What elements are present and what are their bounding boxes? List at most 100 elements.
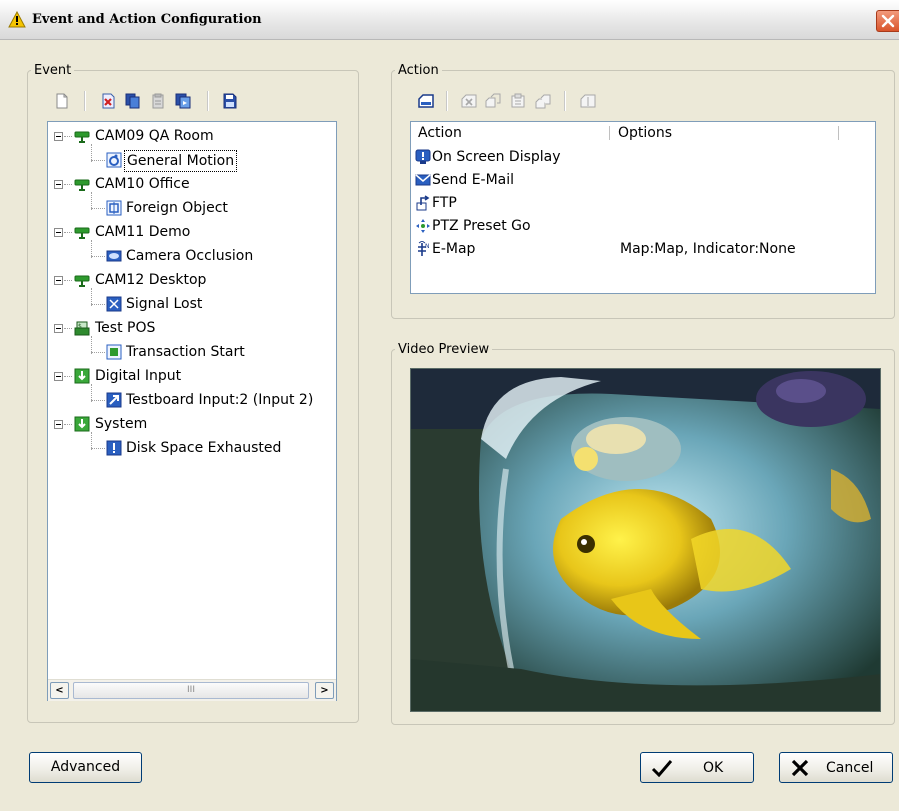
action-name: PTZ Preset Go	[432, 218, 531, 234]
digital-input-icon	[74, 368, 90, 384]
disk-space-icon	[106, 440, 122, 456]
delete-event-icon[interactable]	[100, 93, 116, 109]
ftp-icon	[415, 195, 431, 211]
foreign-object-icon	[106, 200, 122, 216]
action-row[interactable]: Send E-Mail	[413, 169, 873, 191]
tree-event-label: Transaction Start	[126, 344, 245, 360]
action-row[interactable]: On Screen Display	[413, 146, 873, 168]
tree-device-node[interactable]: CAM11 Demo	[74, 222, 192, 244]
scroll-thumb[interactable]: III	[73, 682, 309, 699]
tree-connector	[91, 448, 105, 449]
toolbar-separator	[564, 91, 566, 111]
copy-event-icon[interactable]	[125, 93, 141, 109]
occlusion-icon	[106, 248, 122, 264]
toolbar-separator	[446, 91, 448, 111]
tree-connector	[91, 208, 105, 209]
scroll-right-button[interactable]: >	[315, 682, 334, 699]
email-icon	[415, 172, 431, 188]
tree-device-label: System	[95, 416, 148, 432]
camera-icon	[74, 224, 90, 240]
tree-connector	[91, 256, 105, 257]
tree-device-node[interactable]: System	[74, 414, 149, 436]
warning-icon	[8, 11, 26, 28]
tree-collapse-toggle[interactable]	[54, 276, 63, 285]
toolbar-separator	[84, 91, 86, 111]
cancel-x-icon	[791, 759, 809, 777]
tree-device-node[interactable]: Digital Input	[74, 366, 183, 388]
emap-icon: N	[415, 240, 431, 257]
copy-action-icon[interactable]	[485, 93, 501, 109]
checkmark-icon	[651, 760, 673, 777]
duplicate-event-icon[interactable]	[175, 93, 191, 109]
transaction-icon	[106, 344, 122, 360]
column-header-options[interactable]: Options	[611, 122, 839, 144]
advanced-button[interactable]: Advanced	[29, 752, 142, 783]
action-name: On Screen Display	[432, 149, 561, 165]
close-button[interactable]	[876, 10, 899, 32]
tree-connector	[64, 328, 72, 329]
tree-device-label: CAM09 QA Room	[95, 128, 214, 144]
input-icon	[106, 392, 122, 408]
tree-device-label: CAM10 Office	[95, 176, 190, 192]
action-row[interactable]: N E-Map Map:Map, Indicator:None	[413, 238, 873, 260]
tree-connector	[91, 352, 105, 353]
tree-device-label: Test POS	[95, 320, 156, 336]
tree-connector	[91, 160, 105, 161]
delete-action-icon[interactable]	[461, 93, 477, 109]
column-header-action[interactable]: Action	[411, 122, 609, 144]
tree-device-node[interactable]: CAM10 Office	[74, 174, 192, 196]
test-action-icon[interactable]	[580, 93, 596, 109]
toolbar-separator	[207, 91, 209, 111]
tree-event-label: Foreign Object	[126, 200, 228, 216]
cancel-button[interactable]: Cancel	[779, 752, 893, 783]
tree-connector	[91, 400, 105, 401]
tree-connector	[64, 280, 72, 281]
tree-event-node[interactable]: General Motion	[106, 150, 238, 172]
event-tree[interactable]: CAM09 QA Room General Motion CAM10 Office F…	[47, 121, 337, 701]
tree-collapse-toggle[interactable]	[54, 324, 63, 333]
tree-collapse-toggle[interactable]	[54, 228, 63, 237]
save-event-icon[interactable]	[222, 93, 238, 109]
action-row[interactable]: FTP	[413, 192, 873, 214]
tree-device-node[interactable]: $ Test POS	[74, 318, 157, 340]
tree-connector	[91, 304, 105, 305]
video-preview	[410, 368, 881, 712]
tree-device-node[interactable]: CAM12 Desktop	[74, 270, 208, 292]
action-list[interactable]: Action Options On Screen Display Send E-M…	[410, 121, 876, 294]
video-preview-legend: Video Preview	[398, 342, 490, 357]
ok-button[interactable]: OK	[640, 752, 754, 783]
pos-icon: $	[74, 320, 90, 336]
scroll-left-button[interactable]: <	[50, 682, 69, 699]
column-separator[interactable]	[838, 126, 839, 140]
paste-event-icon[interactable]	[150, 93, 166, 109]
tree-event-label: Camera Occlusion	[126, 248, 254, 264]
tree-event-label: Testboard Input:2 (Input 2)	[126, 392, 314, 408]
tree-event-node[interactable]: Signal Lost	[106, 294, 204, 316]
tree-event-label: Signal Lost	[126, 296, 203, 312]
tree-event-node[interactable]: Transaction Start	[106, 342, 247, 364]
tree-device-label: CAM11 Demo	[95, 224, 191, 240]
tree-device-label: CAM12 Desktop	[95, 272, 207, 288]
tree-event-label: General Motion	[124, 150, 238, 172]
tree-collapse-toggle[interactable]	[54, 420, 63, 429]
new-event-icon[interactable]	[54, 93, 70, 109]
tree-connector	[64, 424, 72, 425]
horizontal-scrollbar[interactable]: < III >	[48, 679, 336, 701]
action-name: E-Map	[432, 241, 476, 257]
action-row[interactable]: PTZ Preset Go	[413, 215, 873, 237]
add-action-icon[interactable]	[418, 93, 434, 109]
tree-event-node[interactable]: Camera Occlusion	[106, 246, 255, 268]
tree-device-node[interactable]: CAM09 QA Room	[74, 126, 216, 148]
tree-collapse-toggle[interactable]	[54, 372, 63, 381]
tree-event-node[interactable]: Disk Space Exhausted	[106, 438, 283, 460]
duplicate-action-icon[interactable]	[535, 93, 551, 109]
tree-event-node[interactable]: Foreign Object	[106, 198, 230, 220]
paste-action-icon[interactable]	[510, 93, 526, 109]
window-title: Event and Action Configuration	[32, 12, 262, 27]
tree-collapse-toggle[interactable]	[54, 180, 63, 189]
tree-event-node[interactable]: Testboard Input:2 (Input 2)	[106, 390, 315, 412]
event-legend: Event	[34, 63, 72, 78]
column-separator[interactable]	[609, 126, 610, 140]
title-bar: Event and Action Configuration	[0, 0, 899, 40]
tree-collapse-toggle[interactable]	[54, 132, 63, 141]
